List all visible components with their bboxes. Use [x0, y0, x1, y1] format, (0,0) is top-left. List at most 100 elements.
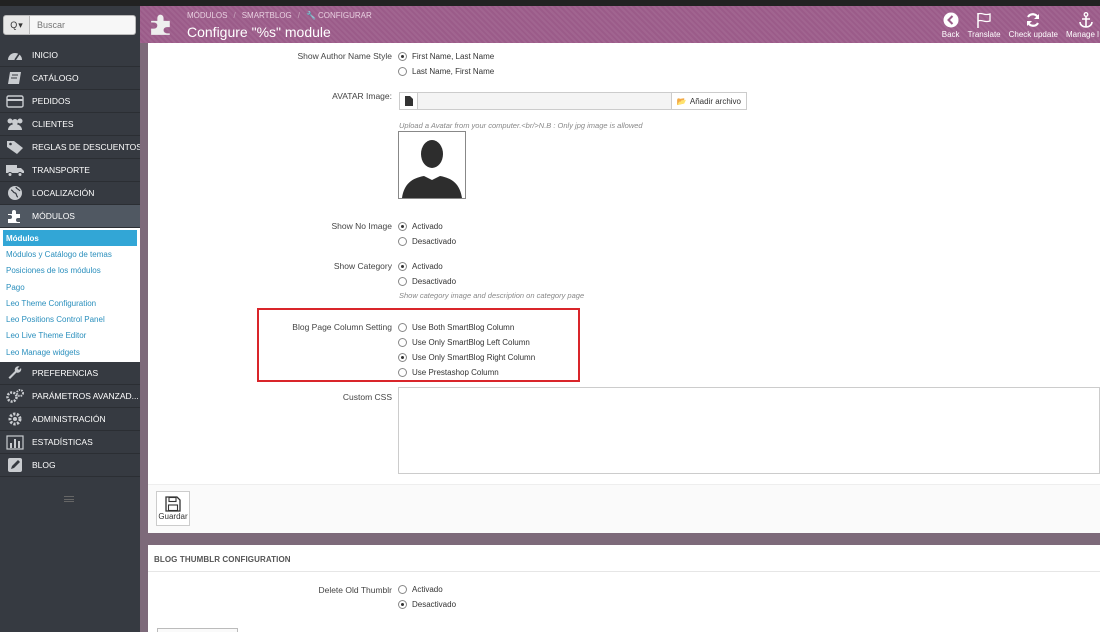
- avatar-help-text: Upload a Avatar from your computer.<br/>…: [399, 121, 643, 130]
- flag-icon: [977, 12, 991, 28]
- submenu-item-catalogo-temas[interactable]: Módulos y Catálogo de temas: [3, 246, 140, 262]
- delete-thumblr-option[interactable]: Desactivado: [398, 597, 456, 611]
- column-setting-option[interactable]: Use Both SmartBlog Column: [398, 320, 514, 334]
- dashboard-icon: [4, 47, 26, 63]
- panel-footer: Guardar: [148, 484, 1100, 533]
- module-config-panel: Show Author Name Style First Name, Last …: [148, 43, 1100, 533]
- submenu-item-leo-theme-config[interactable]: Leo Theme Configuration: [3, 295, 140, 311]
- no-image-label: Show No Image: [331, 221, 392, 231]
- page-header: MÓDULOS / SMARTBLOG / 🔧 CONFIGURAR Confi…: [140, 6, 1100, 43]
- radio[interactable]: [398, 236, 407, 246]
- search-scope-button[interactable]: Q ▾: [3, 15, 30, 35]
- truck-icon: [4, 162, 26, 178]
- radio[interactable]: [398, 322, 407, 332]
- book-icon: [4, 70, 26, 86]
- no-image-option[interactable]: Desactivado: [398, 234, 456, 248]
- sidebar-item-catalogo[interactable]: CATÁLOGO: [0, 67, 140, 90]
- sidebar-nav: INICIO CATÁLOGO PEDIDOS CLIENTES REGLAS …: [0, 44, 140, 478]
- sidebar-item-localizacion[interactable]: LOCALIZACIÓN: [0, 182, 140, 205]
- radio[interactable]: [398, 337, 407, 347]
- radio[interactable]: [398, 584, 407, 594]
- breadcrumb-configurar[interactable]: CONFIGURAR: [318, 11, 372, 20]
- column-setting-label: Blog Page Column Setting: [292, 322, 392, 332]
- sidebar-item-preferencias[interactable]: PREFERENCIAS: [0, 362, 140, 386]
- anchor-icon: [1079, 12, 1093, 28]
- back-button[interactable]: Back: [938, 9, 964, 43]
- submenu-item-leo-live-editor[interactable]: Leo Live Theme Editor: [3, 328, 140, 344]
- wrench-icon: [4, 365, 26, 381]
- page-title: Configure "%s" module: [187, 24, 331, 40]
- column-setting-option[interactable]: Use Prestashop Column: [398, 365, 499, 379]
- author-style-option[interactable]: First Name, Last Name: [398, 49, 494, 63]
- breadcrumb-smartblog[interactable]: SMARTBLOG: [242, 11, 292, 20]
- radio[interactable]: [398, 367, 407, 377]
- file-icon: [400, 93, 418, 109]
- submenu-item-modulos[interactable]: Módulos: [3, 230, 137, 247]
- users-icon: [4, 116, 26, 132]
- avatar-file-input[interactable]: 📂 Añadir archivo: [399, 92, 747, 110]
- folder-icon: 📂: [676, 96, 687, 106]
- category-help-text: Show category image and description on c…: [399, 291, 585, 300]
- radio-selected[interactable]: [398, 352, 407, 362]
- thumblr-config-panel: BLOG THUMBLR CONFIGURATION Delete Old Th…: [148, 545, 1100, 632]
- pencil-icon: [4, 457, 26, 473]
- no-image-option[interactable]: Activado: [398, 219, 443, 233]
- translate-button[interactable]: Translate: [964, 9, 1005, 43]
- search-bar: Q ▾: [3, 15, 136, 35]
- refresh-icon: [1027, 13, 1040, 27]
- category-option[interactable]: Activado: [398, 259, 443, 273]
- delete-thumblr-option[interactable]: Activado: [398, 582, 443, 596]
- sidebar-item-reglas-descuentos[interactable]: REGLAS DE DESCUENTOS: [0, 136, 140, 159]
- category-option[interactable]: Desactivado: [398, 274, 456, 288]
- sidebar-item-inicio[interactable]: INICIO: [0, 44, 140, 67]
- submenu-item-leo-widgets[interactable]: Leo Manage widgets: [3, 344, 140, 360]
- manage-hooks-button[interactable]: Manage l: [1062, 9, 1100, 43]
- gears-icon: [4, 388, 26, 404]
- radio-selected[interactable]: [398, 599, 407, 609]
- sidebar-item-blog[interactable]: BLOG: [0, 454, 140, 478]
- caret-down-icon: ▾: [18, 19, 23, 30]
- submenu-item-posiciones[interactable]: Posiciones de los módulos: [3, 263, 140, 279]
- author-style-option[interactable]: Last Name, First Name: [398, 64, 494, 78]
- column-setting-option[interactable]: Use Only SmartBlog Right Column: [398, 350, 535, 364]
- add-file-button[interactable]: 📂 Añadir archivo: [670, 92, 747, 110]
- author-style-label: Show Author Name Style: [297, 51, 393, 61]
- save-button[interactable]: Guardar: [156, 491, 190, 526]
- toolbar: Back Translate Check update Manage l: [938, 9, 1100, 43]
- globe-icon: [4, 185, 26, 201]
- submenu-item-pago[interactable]: Pago: [3, 279, 140, 295]
- breadcrumb: MÓDULOS / SMARTBLOG / 🔧 CONFIGURAR: [187, 11, 372, 20]
- sidebar-item-pedidos[interactable]: PEDIDOS: [0, 90, 140, 113]
- radio-selected[interactable]: [398, 51, 407, 61]
- wrench-icon: 🔧: [306, 11, 316, 20]
- breadcrumb-separator: /: [297, 11, 301, 20]
- bar-chart-icon: [4, 434, 26, 450]
- radio[interactable]: [398, 276, 407, 286]
- sidebar-collapse-handle[interactable]: [64, 496, 74, 502]
- sidebar-item-administracion[interactable]: ADMINISTRACIÓN: [0, 408, 140, 432]
- panel-heading: BLOG THUMBLR CONFIGURATION: [148, 545, 1100, 572]
- avatar-silhouette-icon: [399, 132, 465, 198]
- radio[interactable]: [398, 66, 407, 76]
- custom-css-label: Custom CSS: [342, 392, 392, 402]
- column-setting-option[interactable]: Use Only SmartBlog Left Column: [398, 335, 530, 349]
- submenu-item-leo-positions[interactable]: Leo Positions Control Panel: [3, 311, 140, 327]
- avatar-label: AVATAR Image:: [332, 91, 392, 101]
- sidebar: Q ▾ INICIO CATÁLOGO PEDIDOS CLIENTES REG…: [0, 6, 140, 632]
- save-button[interactable]: [157, 628, 238, 632]
- sidebar-item-transporte[interactable]: TRANSPORTE: [0, 159, 140, 182]
- search-input[interactable]: [30, 15, 136, 35]
- puzzle-icon: [4, 208, 26, 224]
- modulos-submenu: Módulos Módulos y Catálogo de temas Posi…: [0, 228, 140, 363]
- sidebar-item-estadisticas[interactable]: ESTADÍSTICAS: [0, 431, 140, 455]
- radio-selected[interactable]: [398, 261, 407, 271]
- breadcrumb-modulos[interactable]: MÓDULOS: [187, 11, 227, 20]
- radio-selected[interactable]: [398, 221, 407, 231]
- sidebar-item-parametros-avanzados[interactable]: PARÁMETROS AVANZAD...: [0, 385, 140, 409]
- check-update-button[interactable]: Check update: [1005, 9, 1062, 43]
- sidebar-item-modulos[interactable]: MÓDULOS: [0, 205, 140, 228]
- custom-css-textarea[interactable]: [398, 387, 1100, 474]
- sidebar-item-clientes[interactable]: CLIENTES: [0, 113, 140, 136]
- cog-icon: [4, 411, 26, 427]
- tag-icon: [4, 139, 26, 155]
